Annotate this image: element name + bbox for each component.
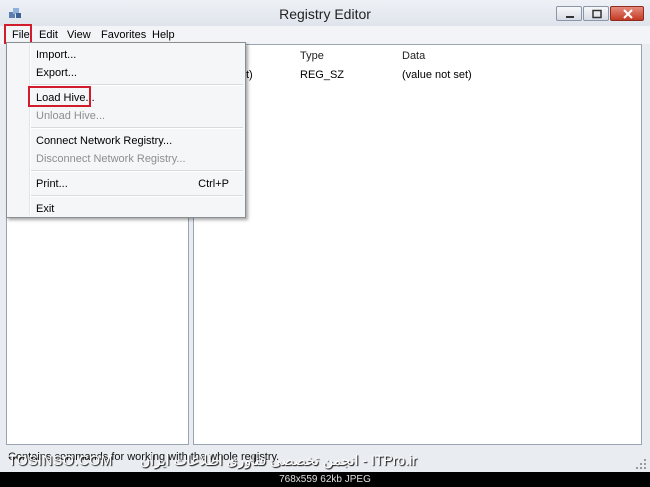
column-header-data[interactable]: Data [402, 50, 425, 62]
menu-item-disconnect-network-registry: Disconnect Network Registry... [36, 153, 186, 165]
column-header-type[interactable]: Type [300, 50, 324, 62]
value-type[interactable]: REG_SZ [300, 69, 344, 81]
menu-favorites[interactable]: Favorites [101, 28, 146, 42]
maximize-icon [592, 9, 602, 19]
minimize-icon [566, 16, 574, 18]
menu-separator [31, 127, 243, 129]
menu-item-exit[interactable]: Exit [36, 203, 54, 215]
watermark-left: TOSINSO.COM [8, 452, 113, 468]
menu-view[interactable]: View [67, 28, 91, 42]
registry-editor-window: Registry Editor File Edit View Favorites… [0, 0, 650, 472]
load-hive-highlight [28, 86, 91, 107]
menu-help[interactable]: Help [152, 28, 175, 42]
minimize-button[interactable] [556, 6, 582, 21]
file-menu-highlight [4, 24, 32, 44]
close-icon [623, 9, 633, 19]
menu-item-unload-hive: Unload Hive... [36, 110, 106, 122]
menu-item-import[interactable]: Import... [36, 49, 76, 61]
size-grip-icon[interactable] [636, 459, 646, 469]
menu-item-connect-network-registry[interactable]: Connect Network Registry... [36, 135, 172, 147]
values-pane[interactable]: Type Data t) REG_SZ (value not set) [193, 44, 642, 445]
window-title: Registry Editor [279, 6, 371, 22]
menu-edit[interactable]: Edit [39, 28, 58, 42]
menu-gutter [29, 45, 31, 215]
menu-item-print[interactable]: Print... [36, 178, 68, 190]
menu-item-export[interactable]: Export... [36, 67, 77, 79]
menu-separator [31, 170, 243, 172]
close-button[interactable] [610, 6, 644, 21]
menu-separator [31, 195, 243, 197]
maximize-button[interactable] [583, 6, 609, 21]
value-data[interactable]: (value not set) [402, 69, 472, 81]
image-info-bar: 768x559 62kb JPEG [0, 472, 650, 487]
watermark-right: انجمن تخصصی فناوری اطلاعات ایران - ITPro… [140, 452, 417, 468]
value-name[interactable]: t) [246, 69, 253, 81]
print-shortcut: Ctrl+P [198, 178, 229, 190]
file-menu-dropdown: Import... Export... Load Hive... Unload … [6, 42, 246, 218]
title-bar[interactable]: Registry Editor [0, 0, 650, 27]
